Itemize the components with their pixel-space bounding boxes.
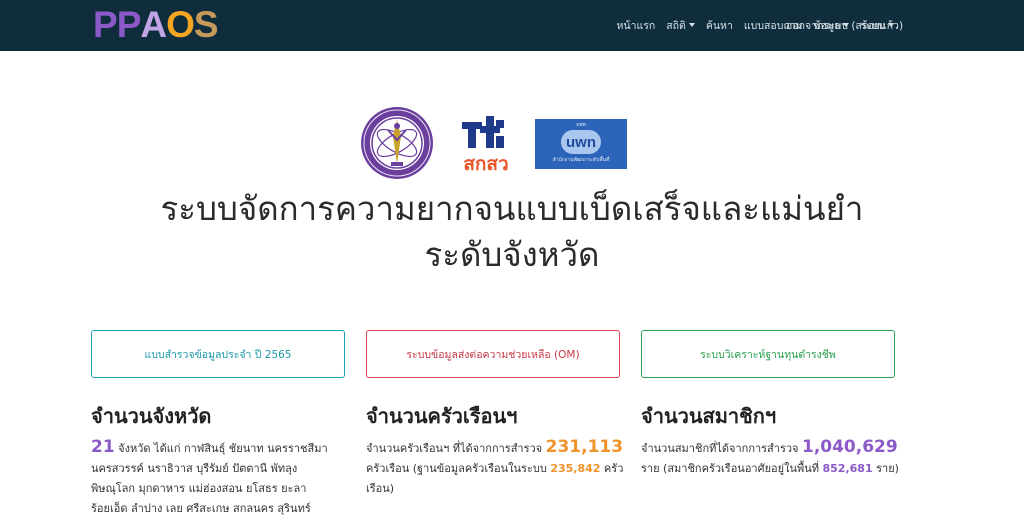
household-mid: ครัวเรือน (ฐานข้อมูลครัวเรือนในระบบ — [366, 462, 551, 475]
nav-statistics-label: สถิติ — [666, 20, 686, 32]
member-mid: ราย (สมาชิกครัวเรือนอาศัยอยู่ในพื้นที่ — [641, 462, 823, 475]
household-count-heading: จำนวนครัวเรือนฯ — [366, 404, 518, 428]
member-count-heading: จำนวนสมาชิกฯ — [641, 404, 777, 428]
uwn-badge: uwn — [561, 130, 601, 154]
member-summary: จำนวนสมาชิกที่ได้จากการสำรวจ 1,040,629 ร… — [641, 437, 921, 479]
province-count-value: 21 — [91, 437, 115, 457]
member-suffix: ราย) — [872, 462, 899, 475]
household-base-value: 235,842 — [550, 462, 601, 475]
livelihood-analysis-button[interactable]: ระบบวิเคราะห์ฐานทุนดำรงชีพ — [641, 330, 895, 378]
logo-letter: P — [116, 4, 142, 45]
uwn-text: uwn — [566, 133, 596, 151]
province-intro: จังหวัด ได้แก่ — [114, 442, 184, 455]
household-count-value: 231,113 — [545, 437, 624, 457]
logo-letter: O — [166, 4, 195, 45]
survey-2565-button[interactable]: แบบสำรวจข้อมูลประจำ ปี 2565 — [91, 330, 345, 378]
page-title-line2: ระดับจังหวัด — [424, 235, 600, 274]
household-suffix: ครัว — [600, 462, 624, 475]
top-navbar: PPAOS หน้าแรก สถิติ ค้นหา แบบสอบถาม ข้อม… — [0, 0, 1024, 51]
caret-down-icon — [688, 23, 695, 27]
household-prefix: จำนวนครัวเรือนฯ ที่ได้จากการสำรวจ — [366, 442, 546, 455]
nav-search[interactable]: ค้นหา — [706, 17, 733, 34]
nav-search-label: ค้นหา — [705, 20, 733, 32]
province-list-line2: นครสวรรค์ นราธิวาส บุรีรัมย์ ปัตตานี พัท… — [91, 462, 298, 475]
uwn-tagline: บพท — [576, 122, 586, 128]
province-list-line3: พิษณุโลก มุกดาหาร แม่ฮ่องสอน ยโสธร ยะลา — [91, 482, 307, 495]
logo-letter: S — [193, 4, 219, 45]
logo-letter: P — [93, 4, 118, 45]
page-title: ระบบจัดการความยากจนแบบเบ็ดเสร็จและแม่นยำ… — [112, 186, 912, 278]
nav-home[interactable]: หน้าแรก — [617, 17, 656, 34]
uwn-caption: สำนักงานพัฒนาระดับพื้นที่ — [552, 157, 610, 163]
page-title-line1: ระบบจัดการความยากจนแบบเบ็ดเสร็จและแม่นยำ — [160, 189, 864, 228]
logout-link[interactable]: ออกจากระบบ (สร้อยแก้ว) — [786, 17, 903, 34]
member-resident-value: 852,681 — [822, 462, 873, 475]
uwn-logo: บพท uwn สำนักงานพัฒนาระดับพื้นที่ — [535, 119, 627, 169]
member-prefix: จำนวนสมาชิกที่ได้จากการสำรวจ — [641, 442, 802, 455]
province-list-line1: กาฬสินธุ์ ชัยนาท นครราชสีมา — [183, 442, 328, 455]
nav-home-label: หน้าแรก — [616, 20, 656, 32]
logo-letter: A — [140, 4, 167, 45]
province-list-line4: ร้อยเอ็ด ลำปาง เลย ศรีสะเกษ สกลนคร สุริน… — [91, 502, 311, 515]
nav-statistics[interactable]: สถิติ — [666, 17, 695, 34]
province-count-heading: จำนวนจังหวัด — [91, 404, 212, 428]
partner-logos: สกสว บพท uwn สำนักงานพัฒนาระดับพื้นที่ — [0, 104, 1024, 180]
member-count-value: 1,040,629 — [801, 437, 898, 457]
university-seal-logo — [361, 107, 433, 179]
tsri-text: สกสว — [463, 153, 509, 175]
om-referral-button[interactable]: ระบบข้อมูลส่งต่อความช่วยเหลือ (OM) — [366, 330, 620, 378]
tsri-mark-icon — [462, 116, 504, 148]
household-summary: จำนวนครัวเรือนฯ ที่ได้จากการสำรวจ 231,11… — [366, 437, 628, 499]
province-summary: 21 จังหวัด ได้แก่ กาฬสินธุ์ ชัยนาท นครรา… — [91, 437, 351, 519]
household-suffix2: เรือน) — [366, 482, 395, 495]
ppaos-logo[interactable]: PPAOS — [93, 4, 219, 45]
tsri-logo: สกสว — [458, 112, 514, 176]
